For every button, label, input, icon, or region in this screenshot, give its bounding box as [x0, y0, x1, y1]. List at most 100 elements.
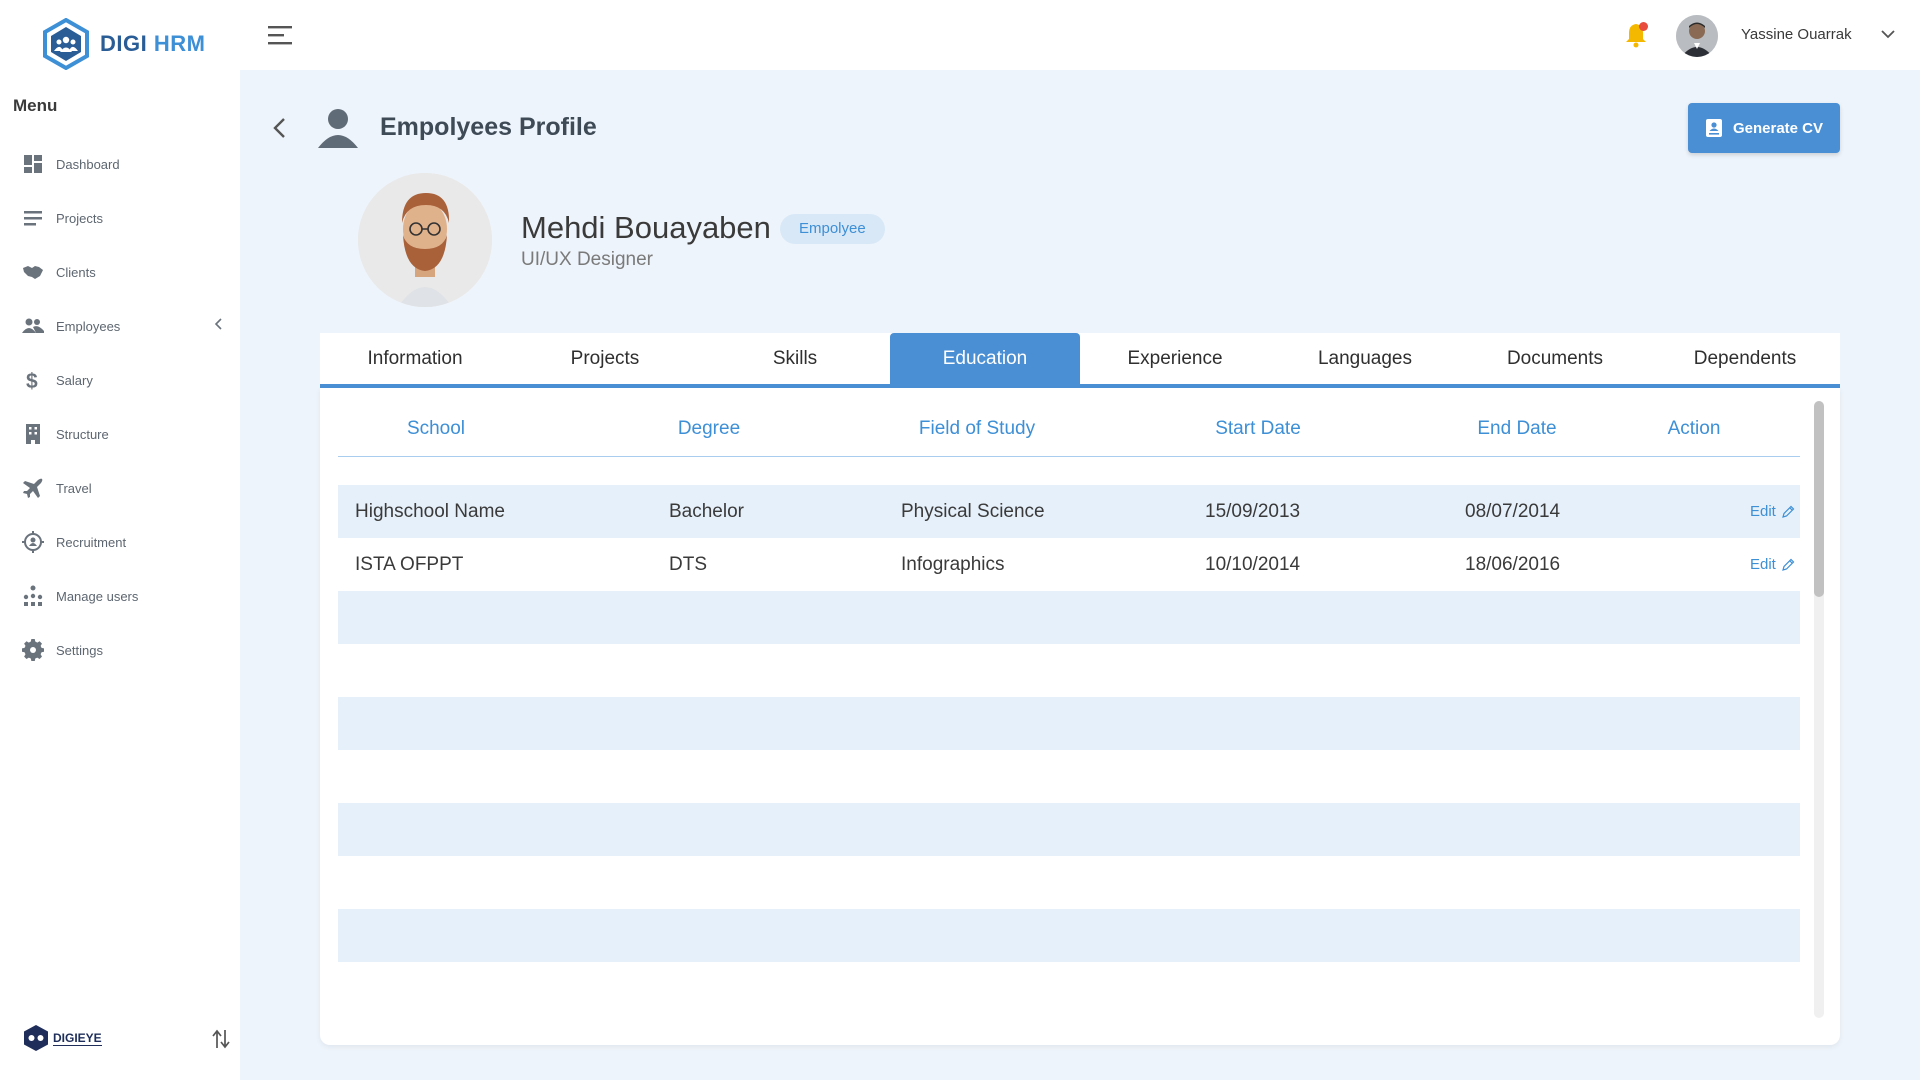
edit-button[interactable]: Edit — [1750, 503, 1795, 520]
role-badge: Empolyee — [780, 214, 885, 244]
sidebar-item-label: Manage users — [56, 588, 139, 604]
edit-button[interactable]: Edit — [1750, 556, 1795, 573]
building-icon — [22, 423, 44, 445]
column-header-degree[interactable]: Degree — [534, 402, 884, 456]
tab-experience[interactable]: Experience — [1080, 333, 1270, 384]
user-avatar[interactable] — [1676, 15, 1718, 57]
digieye-logo: DIGIEYE — [22, 1024, 102, 1052]
column-header-action[interactable]: Action — [1588, 402, 1800, 456]
top-bar: Yassine Ouarrak — [240, 0, 1920, 70]
chevron-left-icon[interactable] — [212, 317, 226, 331]
cell-field: Infographics — [901, 553, 1005, 575]
generate-cv-button[interactable]: Generate CV — [1688, 103, 1840, 153]
tab-projects[interactable]: Projects — [510, 333, 700, 384]
svg-text:$: $ — [26, 370, 38, 391]
cell-field: Physical Science — [901, 500, 1045, 522]
sidebar-item-recruitment[interactable]: Recruitment — [0, 515, 240, 569]
empty-table-row — [338, 909, 1800, 962]
handshake-icon — [22, 261, 44, 283]
scrollbar-thumb[interactable] — [1814, 401, 1824, 597]
page-title: Empolyees Profile — [380, 113, 597, 141]
bottom-logo-text: DIGIEYE — [53, 1030, 102, 1046]
tab-skills[interactable]: Skills — [700, 333, 890, 384]
logo-hex-icon — [43, 18, 89, 70]
cell-degree: Bachelor — [669, 500, 744, 522]
profile-tabs: Information Projects Skills Education Ex… — [320, 333, 1840, 388]
pencil-icon — [1781, 505, 1795, 518]
sidebar-item-travel[interactable]: Travel — [0, 461, 240, 515]
profile-photo — [358, 173, 492, 307]
cell-end-date: 18/06/2016 — [1465, 553, 1561, 575]
target-icon — [22, 531, 44, 553]
cell-start-date: 10/10/2014 — [1205, 553, 1301, 575]
empty-table-row — [338, 856, 1800, 909]
chevron-down-icon[interactable] — [1880, 28, 1896, 40]
cell-school: ISTA OFPPT — [355, 553, 464, 575]
sidebar-item-label: Employees — [56, 318, 121, 334]
pencil-icon — [1781, 558, 1795, 571]
sidebar-item-salary[interactable]: $ Salary — [0, 353, 240, 407]
menu-title: Menu — [13, 96, 58, 115]
sidebar: DIGI HRM Menu Dashboard Projects Clients… — [0, 0, 240, 1080]
projects-icon — [22, 207, 44, 229]
document-user-icon — [1705, 119, 1722, 137]
sidebar-item-projects[interactable]: Projects — [0, 191, 240, 245]
education-panel: School Degree Field of Study Start Date … — [320, 388, 1840, 1045]
tab-languages[interactable]: Languages — [1270, 333, 1460, 384]
back-arrow-icon[interactable] — [270, 116, 290, 140]
sidebar-item-label: Salary — [56, 372, 93, 388]
tab-documents[interactable]: Documents — [1460, 333, 1650, 384]
sidebar-item-dashboard[interactable]: Dashboard — [0, 137, 240, 191]
empty-table-row — [338, 750, 1800, 803]
sidebar-item-employees[interactable]: Employees — [0, 299, 240, 353]
sidebar-nav: Dashboard Projects Clients Employees $ S… — [0, 137, 240, 677]
edit-label: Edit — [1750, 503, 1776, 520]
plane-icon — [22, 477, 44, 499]
employee-name: Mehdi Bouayaben — [521, 210, 771, 245]
sidebar-item-clients[interactable]: Clients — [0, 245, 240, 299]
tab-information[interactable]: Information — [320, 333, 510, 384]
column-header-school[interactable]: School — [338, 402, 534, 456]
generate-cv-label: Generate CV — [1732, 119, 1824, 137]
sidebar-item-manage-users[interactable]: Manage users — [0, 569, 240, 623]
empty-table-row — [338, 644, 1800, 697]
user-name[interactable]: Yassine Ouarrak — [1741, 26, 1852, 43]
sidebar-item-label: Settings — [56, 642, 103, 658]
users-icon — [22, 315, 44, 337]
logo-text: DIGI HRM — [100, 31, 206, 56]
tab-dependents[interactable]: Dependents — [1650, 333, 1840, 384]
empty-table-row — [338, 591, 1800, 644]
empty-table-row — [338, 803, 1800, 856]
column-header-start-date[interactable]: Start Date — [1070, 402, 1446, 456]
sidebar-item-settings[interactable]: Settings — [0, 623, 240, 677]
app-logo[interactable]: DIGI HRM — [42, 18, 205, 70]
sidebar-item-label: Dashboard — [56, 156, 120, 172]
table-header: School Degree Field of Study Start Date … — [338, 402, 1800, 457]
sitemap-icon — [22, 585, 44, 607]
employee-position: UI/UX Designer — [521, 249, 653, 270]
sort-arrows-icon[interactable] — [212, 1028, 230, 1050]
sidebar-item-structure[interactable]: Structure — [0, 407, 240, 461]
column-header-field-of-study[interactable]: Field of Study — [884, 402, 1070, 456]
tab-education[interactable]: Education — [890, 333, 1080, 384]
column-header-end-date[interactable]: End Date — [1446, 402, 1588, 456]
dashboard-icon — [22, 153, 44, 175]
cell-degree: DTS — [669, 553, 707, 575]
table-row: ISTA OFPPT DTS Infographics 10/10/2014 1… — [338, 538, 1800, 591]
eye-hex-icon — [24, 1025, 48, 1051]
person-icon — [318, 109, 358, 148]
edit-label: Edit — [1750, 556, 1776, 573]
cell-end-date: 08/07/2014 — [1465, 500, 1561, 522]
sidebar-item-label: Clients — [56, 264, 96, 280]
gear-icon — [22, 639, 44, 661]
cell-school: Highschool Name — [355, 500, 505, 522]
sidebar-item-label: Structure — [56, 426, 109, 442]
cell-start-date: 15/09/2013 — [1205, 500, 1301, 522]
table-row: Highschool Name Bachelor Physical Scienc… — [338, 485, 1800, 538]
sidebar-item-label: Projects — [56, 210, 103, 226]
dollar-icon: $ — [22, 369, 44, 391]
sidebar-item-label: Travel — [56, 480, 92, 496]
hamburger-menu-icon[interactable] — [268, 24, 294, 46]
notification-dot — [1639, 22, 1648, 31]
sidebar-item-label: Recruitment — [56, 534, 127, 550]
